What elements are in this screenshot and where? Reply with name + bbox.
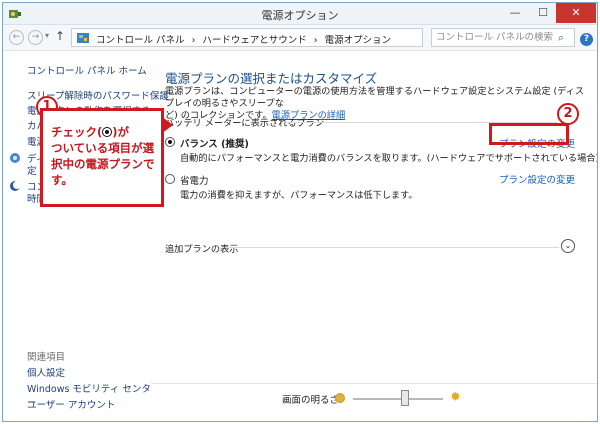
plan-power-saver-radio[interactable] xyxy=(165,174,175,184)
search-icon[interactable]: ⌕ xyxy=(558,31,564,45)
breadcrumb-separator-icon[interactable]: › xyxy=(314,35,318,46)
recent-locations-chevron-icon[interactable]: ▾ xyxy=(45,31,49,40)
related-heading: 関連項目 xyxy=(27,352,66,363)
brightness-high-icon: ✹ xyxy=(450,390,461,405)
plan-power-saver-desc: 電力の消費を抑えますが、パフォーマンスは低下します。 xyxy=(180,190,418,201)
breadcrumb-separator-icon[interactable]: › xyxy=(192,35,196,46)
plan-power-saver-settings-link[interactable]: プラン設定の変更 xyxy=(499,172,575,186)
callout-1-text-a: チェック( xyxy=(51,125,103,139)
callout-1-text-c: ついている項目が選択中の電源プランです。 xyxy=(51,141,155,187)
brightness-label: 画面の明るさ: xyxy=(282,395,343,406)
help-icon[interactable]: ? xyxy=(580,33,593,46)
back-arrow-icon[interactable]: ← xyxy=(9,30,24,45)
title-bar: 電源オプション — ☐ ✕ xyxy=(3,3,597,25)
callout-1-box: チェック( )がついている項目が選択中の電源プランです。 xyxy=(40,108,164,207)
plan-balanced-name[interactable]: バランス (推奨) xyxy=(180,136,249,150)
plan-power-saver-name[interactable]: 省電力 xyxy=(180,173,209,187)
breadcrumb-control-panel[interactable]: コントロール パネル xyxy=(96,35,185,46)
display-shield-icon xyxy=(10,153,20,163)
sidebar-item-display-off-2[interactable]: 定 xyxy=(27,163,37,177)
forward-arrow-icon[interactable]: → xyxy=(28,30,43,45)
expand-chevron-icon[interactable]: ⌄ xyxy=(561,239,575,253)
address-field[interactable]: コントロール パネル › ハードウェアとサウンド › 電源オプション ▾ ↻ xyxy=(71,28,492,47)
callout-2-number: 2 xyxy=(557,103,579,125)
brightness-slider[interactable] xyxy=(353,398,443,400)
close-button[interactable]: ✕ xyxy=(556,3,596,23)
control-panel-icon xyxy=(77,33,89,43)
radio-selected-icon xyxy=(102,127,113,137)
description-line-1: 電源プランは、コンピューターの電源の使用方法を管理するハードウェア設定とシステム… xyxy=(165,86,585,109)
breadcrumb: コントロール パネル › ハードウェアとサウンド › 電源オプション xyxy=(96,32,395,46)
maximize-button[interactable]: ☐ xyxy=(529,3,557,23)
brightness-divider xyxy=(151,383,597,384)
search-box[interactable]: ⌕ xyxy=(431,28,575,47)
callout-1-text: チェック( )がついている項目が選択中の電源プランです。 xyxy=(51,124,163,188)
up-arrow-icon[interactable]: ↑ xyxy=(55,29,65,43)
minimize-button[interactable]: — xyxy=(501,3,529,23)
breadcrumb-power-options[interactable]: 電源オプション xyxy=(325,35,392,46)
search-input[interactable] xyxy=(436,32,554,43)
page-title: 電源プランの選択またはカスタマイズ xyxy=(165,71,378,86)
breadcrumb-hardware-sound[interactable]: ハードウェアとサウンド xyxy=(202,35,306,46)
brightness-low-icon xyxy=(336,394,344,402)
callout-2-highlight xyxy=(489,123,569,145)
additional-plans-divider xyxy=(229,247,559,248)
moon-icon xyxy=(10,181,21,191)
plan-balanced-desc: 自動的にパフォーマンスと電力消費のバランスを取ります。(ハードウェアでサポートさ… xyxy=(180,153,598,164)
callout-arrow xyxy=(161,116,173,134)
power-options-window: 電源オプション — ☐ ✕ ← → ▾ ↑ コントロール パネル › ハードウェ… xyxy=(2,2,598,422)
address-bar: ← → ▾ ↑ コントロール パネル › ハードウェアとサウンド › 電源オプシ… xyxy=(3,25,597,51)
main-content: 電源プランの選択またはカスタマイズ 電源プランは、コンピューターの電源の使用方法… xyxy=(151,52,598,421)
related-item-user-accounts[interactable]: ユーザー アカウント xyxy=(27,397,115,411)
plan-balanced-radio[interactable] xyxy=(165,137,175,147)
brightness-slider-thumb[interactable] xyxy=(401,390,410,406)
sidebar-item-control-panel-home[interactable]: コントロール パネル ホーム xyxy=(27,63,147,77)
related-item-personalize[interactable]: 個人設定 xyxy=(27,365,65,379)
callout-1-text-b: )が xyxy=(112,125,130,139)
additional-plans-heading[interactable]: 追加プランの表示 xyxy=(165,241,239,255)
